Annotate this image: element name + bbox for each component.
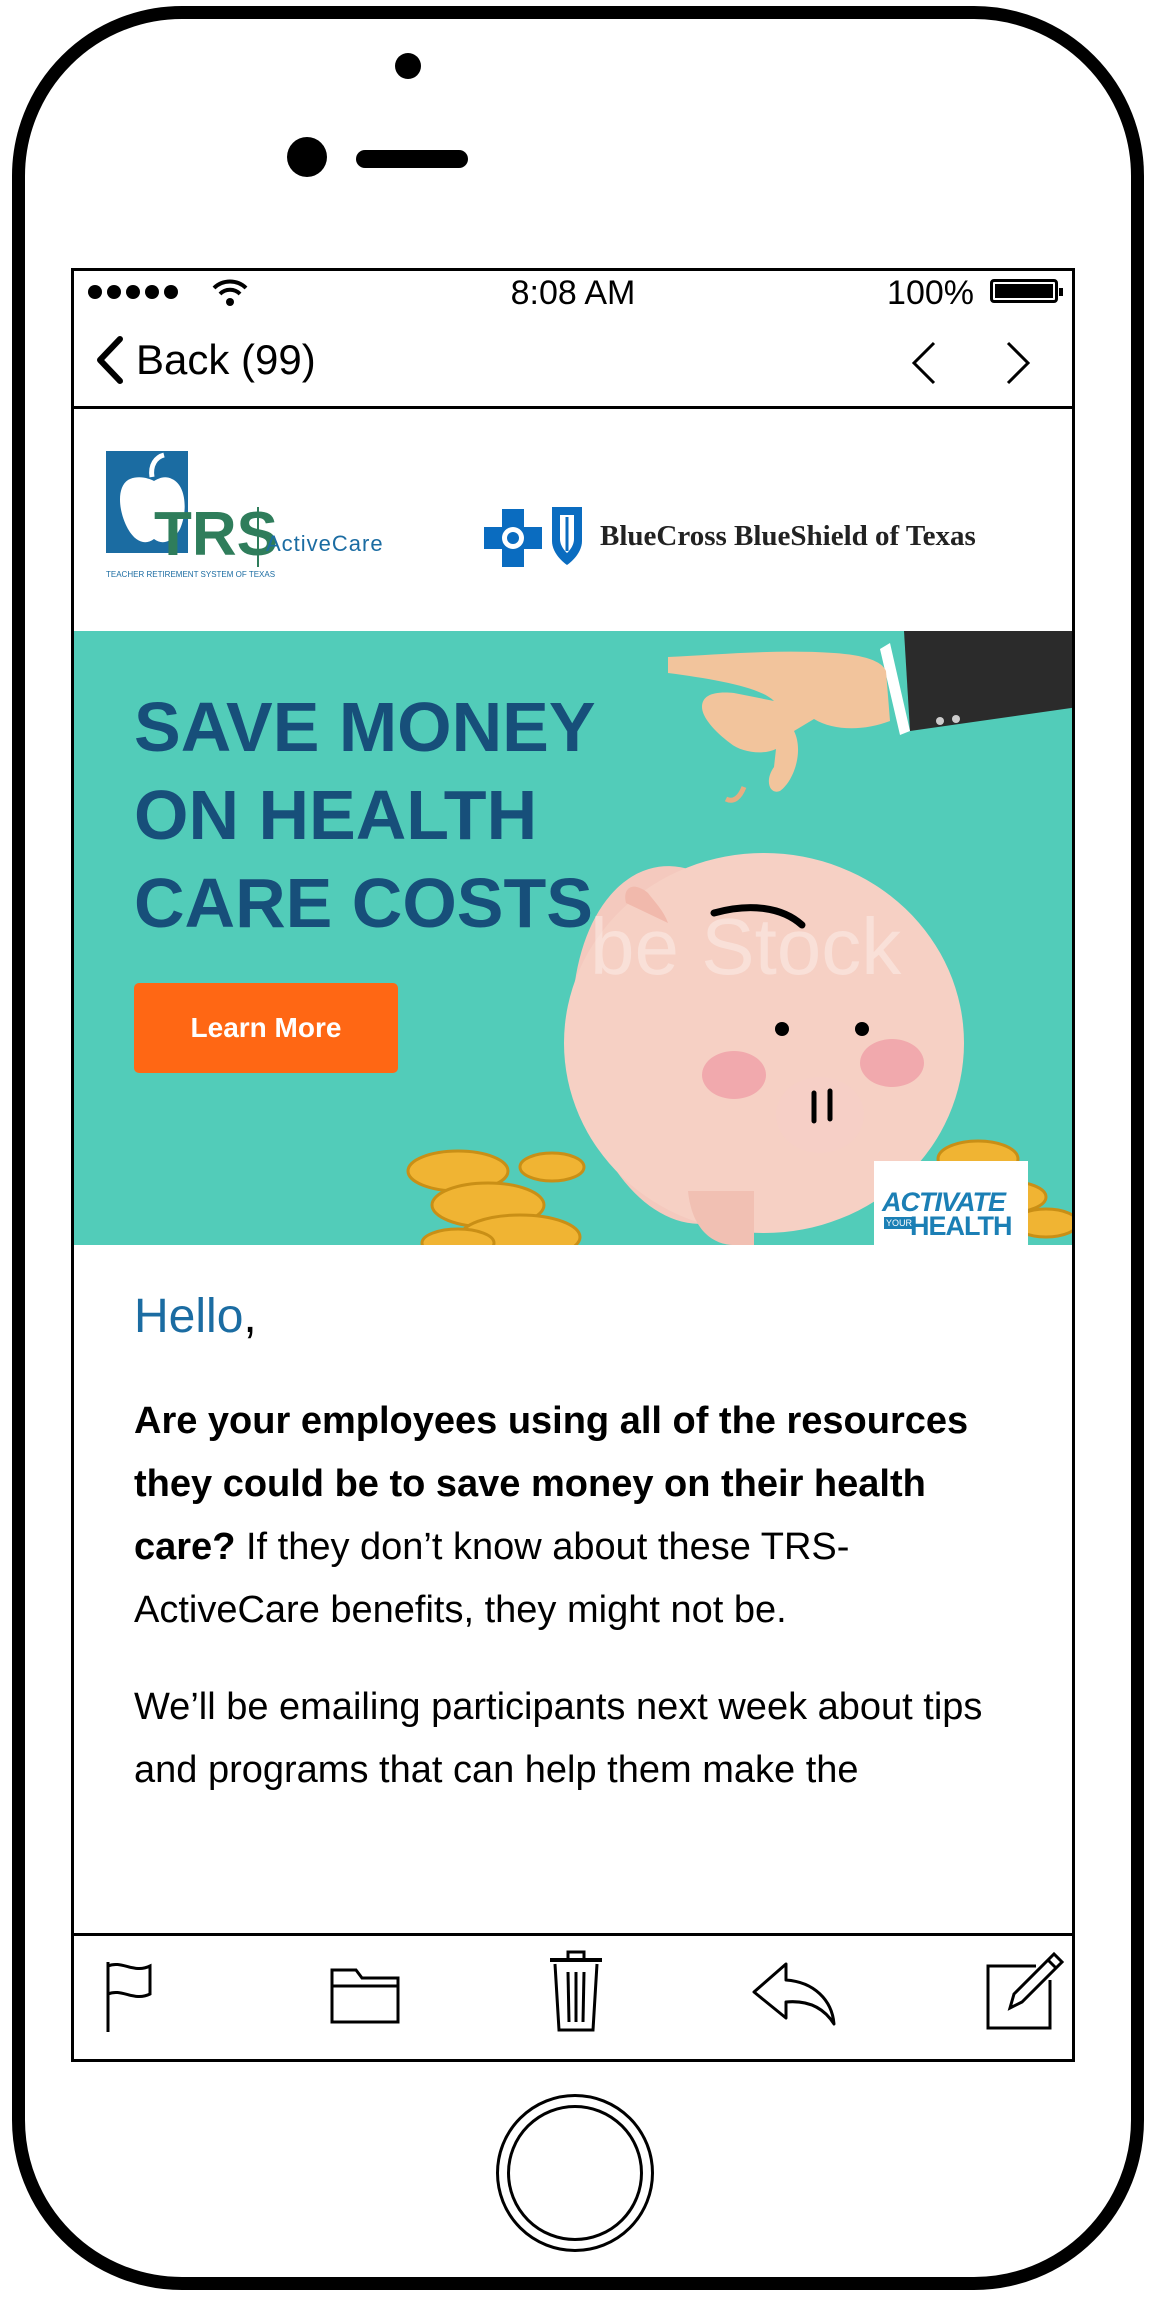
banner-headline: SAVE MONEY ON HEALTH CARE COSTS (134, 683, 596, 947)
front-sensor (395, 53, 421, 79)
activate-your-health-badge: ACTIVATE YOUR HEALTH (874, 1161, 1028, 1245)
chevron-left-icon (97, 336, 123, 384)
greeting-punctuation: , (243, 1290, 257, 1343)
next-message-button[interactable] (1002, 339, 1036, 387)
battery-percent: 100% (887, 274, 974, 312)
paragraph-2: We’ll be emailing participants next week… (134, 1686, 983, 1791)
phone-screen: 8:08 AM 100% Back (99) TRS ActiveCare TE… (71, 268, 1075, 2062)
battery-icon (990, 279, 1063, 303)
svg-text:TEACHER RETIREMENT SYSTEM OF T: TEACHER RETIREMENT SYSTEM OF TEXAS (106, 570, 275, 579)
headline-line: SAVE MONEY (134, 688, 596, 766)
badge-health-text: HEALTH (910, 1211, 1012, 1241)
earpiece-speaker (356, 150, 468, 168)
trs-activecare-logo: TRS ActiveCare TEACHER RETIREMENT SYSTEM… (106, 451, 384, 579)
status-bar: 8:08 AM 100% (74, 271, 1072, 312)
svg-text:ActiveCare: ActiveCare (266, 531, 384, 556)
back-button-label: Back (99) (136, 336, 316, 383)
svg-text:BlueCross BlueShield of Texas: BlueCross BlueShield of Texas (600, 520, 976, 552)
previous-message-button[interactable] (906, 339, 940, 387)
greeting-text: Hello (134, 1290, 244, 1343)
greeting: Hello, (134, 1289, 1034, 1344)
home-button[interactable] (496, 2094, 654, 2252)
headline-line: CARE COSTS (134, 864, 593, 942)
mail-toolbar (74, 1933, 1072, 2059)
compose-icon[interactable] (984, 1946, 1064, 2030)
svg-text:TRS: TRS (154, 500, 278, 569)
paragraph-1: Are your employees using all of the reso… (134, 1390, 1034, 1642)
folder-icon[interactable] (330, 1964, 400, 2024)
learn-more-button[interactable]: Learn More (134, 983, 398, 1073)
email-body[interactable]: TRS ActiveCare TEACHER RETIREMENT SYSTEM… (74, 409, 1072, 1933)
reply-icon[interactable] (752, 1960, 836, 2028)
email-logo-header: TRS ActiveCare TEACHER RETIREMENT SYSTEM… (74, 409, 1072, 631)
stock-watermark: be Stock (590, 902, 902, 991)
bcbs-texas-logo: BlueCross BlueShield of Texas (484, 507, 976, 567)
headline-line: ON HEALTH (134, 776, 538, 854)
paragraph-1-rest: If they don’t know about these TRS-Activ… (134, 1526, 850, 1631)
trash-icon[interactable] (548, 1950, 604, 2032)
mail-nav-bar: Back (99) (74, 311, 1072, 409)
front-camera (287, 137, 327, 177)
email-message-text: Hello, Are your employees using all of t… (134, 1289, 1034, 1836)
back-button[interactable]: Back (99) (94, 335, 316, 385)
flag-icon[interactable] (104, 1956, 152, 2034)
promo-banner[interactable]: be Stock SAVE MONEY ON HEALTH CARE COSTS… (74, 631, 1072, 1245)
